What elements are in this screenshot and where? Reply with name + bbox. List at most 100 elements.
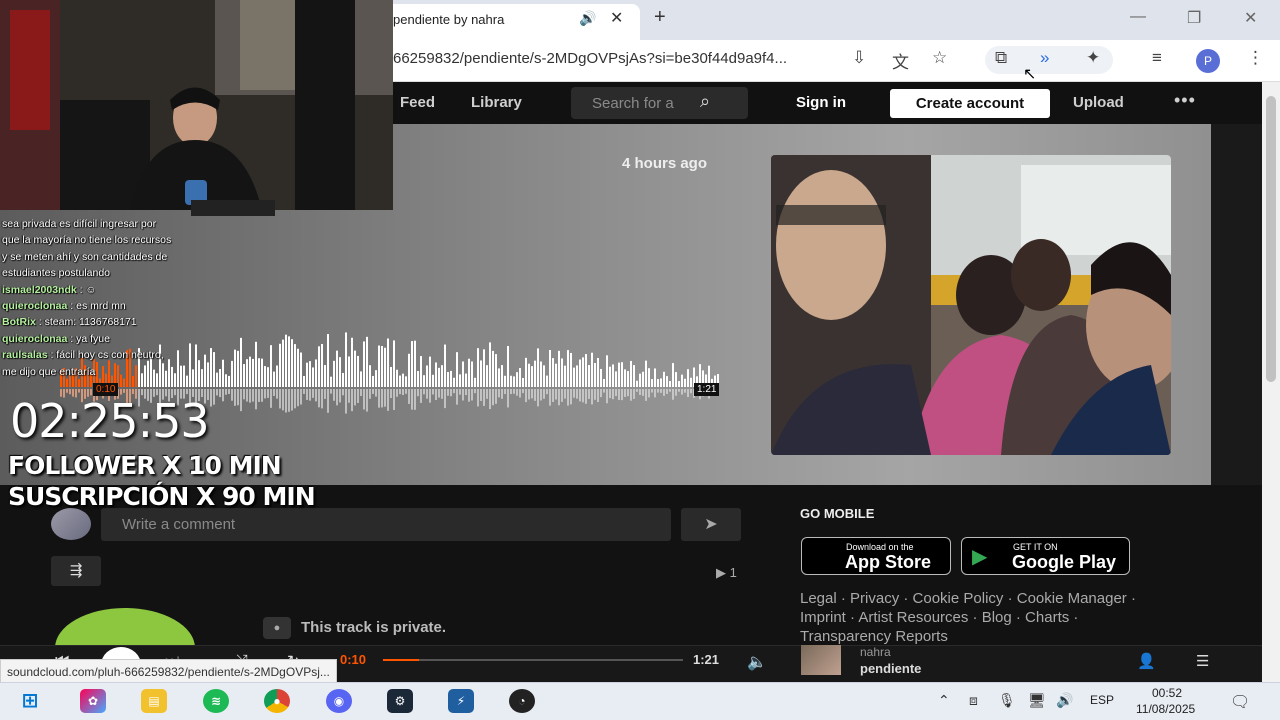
player-track-thumbnail[interactable] [801,645,841,675]
waveform-reflection [684,389,686,393]
close-window-icon[interactable]: ✕ [1244,8,1257,28]
footer-links-1[interactable]: Legal · Privacy · Cookie Policy · Cookie… [800,590,1136,607]
waveform-bar [585,354,587,387]
scrollbar-thumb[interactable] [1266,96,1276,382]
chrome-icon[interactable]: ● [264,689,290,713]
waveform-reflection [552,389,554,403]
waveform-reflection [687,389,689,398]
waveform-bar [471,361,473,387]
waveform-bar [528,363,530,387]
profile-avatar[interactable]: P [1196,49,1220,73]
waveform-bar [618,362,620,387]
chat-message: sea privada es difícil ingresar por [2,216,156,232]
steam-icon[interactable]: ⚙ [387,689,413,713]
waveform-reflection [471,389,473,401]
copilot-icon[interactable]: ✿ [80,689,106,713]
show-hidden-icons-icon[interactable]: ⌃ [938,692,950,709]
waveform-reflection [483,389,485,406]
tray-app-icon[interactable]: ⧈ [969,692,978,709]
player-artist[interactable]: nahra [860,645,891,659]
address-bar[interactable]: 66259832/pendiente/s-2MDgOVPsjAs?si=be30… [393,50,787,67]
app-store-button[interactable]: Download on the App Store [801,537,951,575]
create-account-button[interactable]: Create account [890,89,1050,118]
waveform-reflection [348,389,350,403]
screen: pendiente by nahra 🔊 ✕ + — ❐ ✕ 66259832/… [0,0,1280,720]
footer-links-2[interactable]: Imprint · Artist Resources · Blog · Char… [800,609,1078,626]
google-play-button[interactable]: ▶ GET IT ON Google Play [961,537,1130,575]
nav-library[interactable]: Library [471,94,522,111]
repost-button[interactable]: ⇶ [51,556,101,586]
extension-icon[interactable]: ⧉ [995,48,1007,68]
stream-timer: 02:25:53 [10,394,210,448]
waveform-reflection [675,389,677,396]
obs-icon[interactable]: ◔ [509,689,535,713]
restore-icon[interactable]: ❐ [1187,8,1201,28]
waveform-reflection [621,389,623,401]
comment-placeholder: Write a comment [122,516,236,533]
volume-tray-icon[interactable]: 🔊 [1056,692,1073,709]
waveform-reflection [387,389,389,411]
waveform-bar [450,370,452,387]
valorant-icon[interactable]: ⚡ [448,689,474,713]
waveform-reflection [660,389,662,393]
discord-icon[interactable]: ◉ [326,689,352,713]
close-tab-icon[interactable]: ✕ [610,8,623,28]
clock-date[interactable]: 11/08/2025 [1136,702,1195,716]
menu-dots-icon[interactable]: ⋮ [1247,48,1264,68]
footer-links-3[interactable]: Transparency Reports [800,628,948,645]
speaker-icon[interactable]: 🔊 [579,10,596,27]
waveform-reflection [384,389,386,407]
queue-icon[interactable]: ☰ [1196,652,1209,670]
translate-icon[interactable]: 文 [892,48,909,73]
waveform-reflection [573,389,575,398]
waveform-bar [582,357,584,387]
waveform-bar [465,373,467,387]
waveform-bar [339,357,341,387]
player-title[interactable]: pendiente [860,661,921,676]
waveform-bar [597,357,599,387]
clock-time[interactable]: 00:52 [1152,686,1182,700]
waveform-bar [204,354,206,387]
minimize-icon[interactable]: — [1130,8,1146,26]
file-explorer-icon[interactable]: ▤ [141,689,167,713]
windows-start-icon[interactable]: ⊞ [17,689,43,713]
bookmark-star-icon[interactable]: ☆ [932,48,947,68]
sign-in-button[interactable]: Sign in [796,94,846,111]
media-control-icon[interactable]: ≡ [1152,48,1162,68]
follow-user-icon[interactable]: 👤 [1137,652,1156,670]
install-icon[interactable]: ⇩ [852,48,866,68]
waveform-reflection [606,389,608,404]
nav-feed[interactable]: Feed [400,94,435,111]
new-tab-icon[interactable]: + [654,6,666,29]
waveform-reflection [615,389,617,397]
waveform-reflection [303,389,305,394]
waveform-bar [513,376,515,387]
waveform-reflection [414,389,416,410]
waveform-reflection [225,389,227,395]
audio-extension-icon[interactable]: » [1040,48,1049,68]
waveform-bar [258,358,260,387]
waveform-reflection [489,389,491,410]
waveform-reflection [495,389,497,404]
upload-link[interactable]: Upload [1073,94,1124,111]
waveform-reflection [459,389,461,395]
waveform-reflection [279,389,281,409]
notifications-icon[interactable]: 🗨 [1230,692,1250,712]
search-icon[interactable]: ⌕ [700,91,710,112]
puzzle-icon[interactable]: ✦ [1086,48,1100,68]
waveform-bar [621,362,623,387]
waveform-reflection [690,389,692,394]
microphone-icon[interactable]: 🎙 [998,692,1016,709]
network-icon[interactable]: 🖥 [1028,692,1046,709]
waveform-bar [252,358,254,387]
volume-icon[interactable]: 🔈 [747,652,767,672]
chat-text: estudiantes postulando [2,267,110,280]
waveform-bar [501,365,503,387]
more-menu-icon[interactable]: ••• [1174,90,1196,111]
player-progress-track[interactable] [383,659,683,661]
waveform-reflection [237,389,239,406]
waveform-bar [303,376,305,387]
send-comment-button[interactable]: ➤ [681,508,741,541]
spotify-icon[interactable]: ≋ [203,689,229,713]
language-indicator[interactable]: ESP [1090,693,1114,707]
